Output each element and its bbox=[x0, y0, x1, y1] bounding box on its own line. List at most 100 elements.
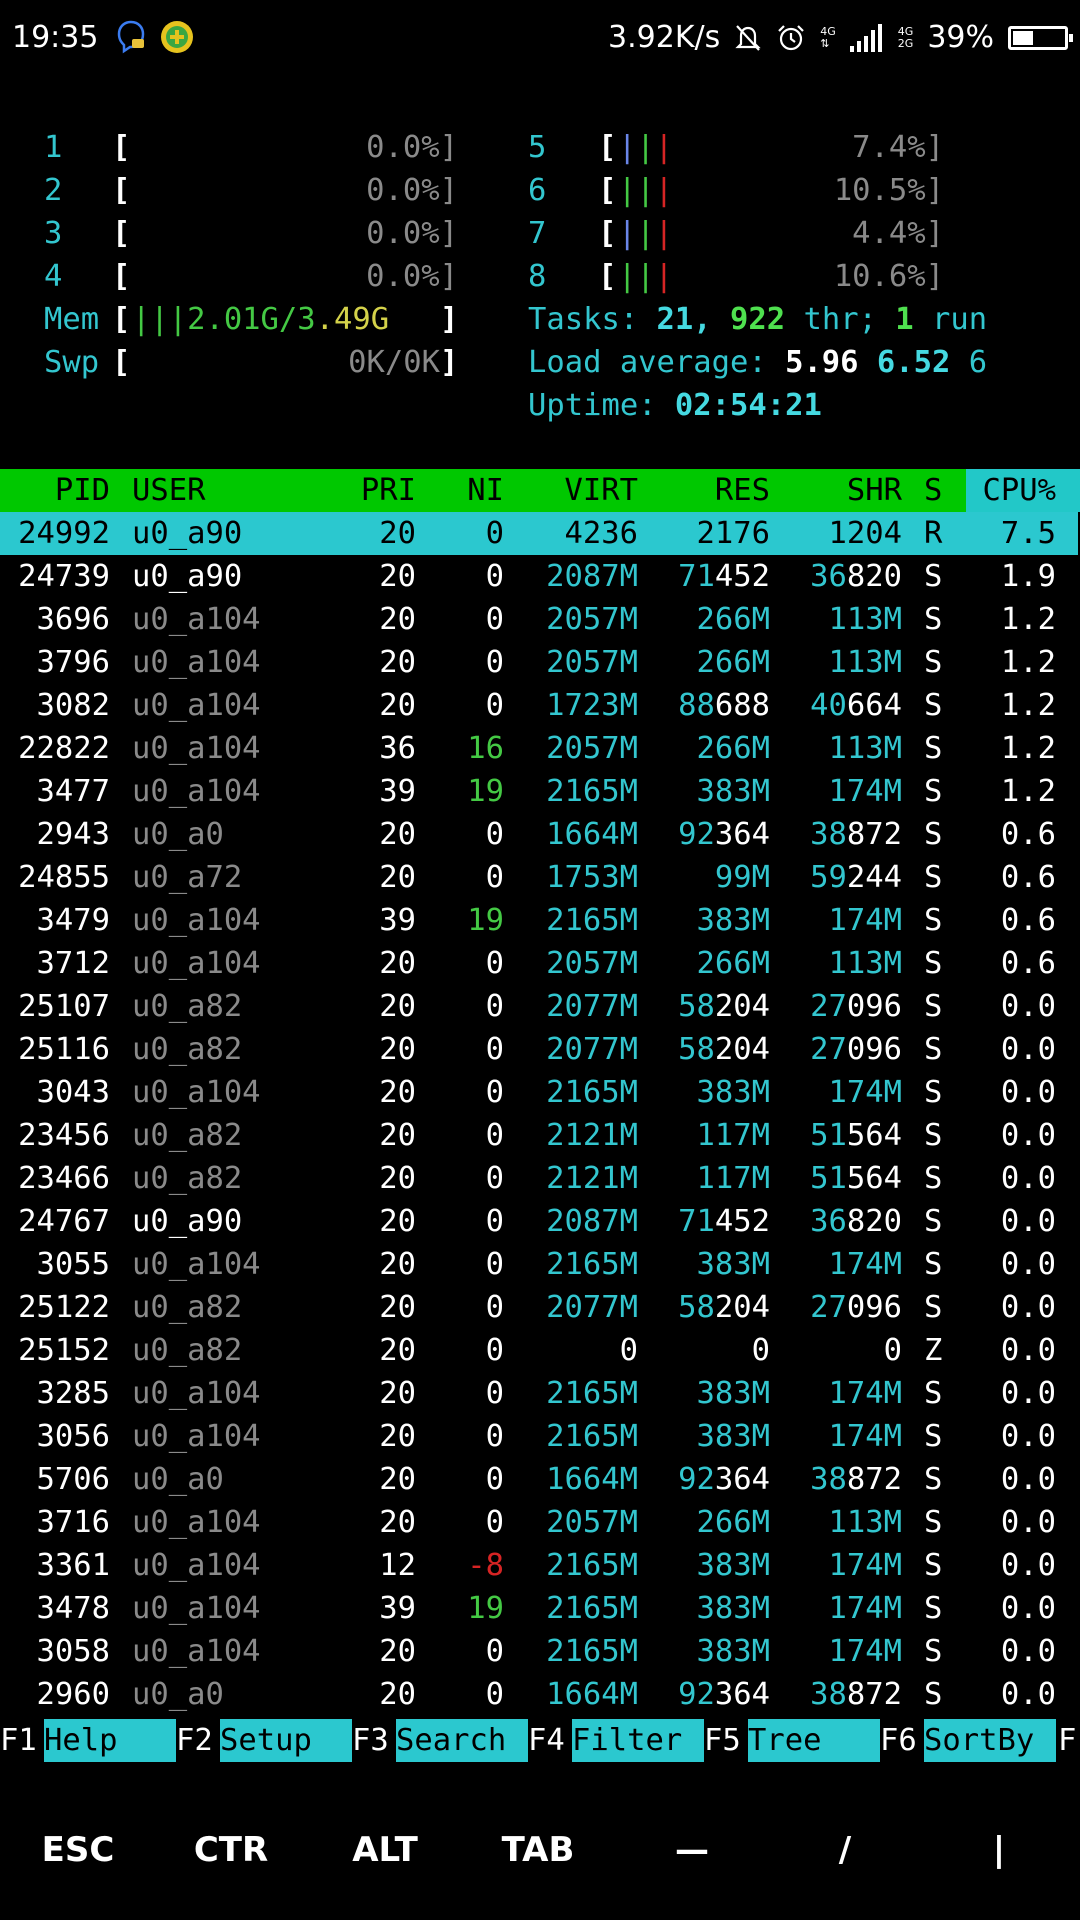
f4-filter-button[interactable]: Filter bbox=[572, 1719, 704, 1762]
cell-ni: 0 bbox=[485, 1505, 504, 1540]
f5-key[interactable]: F5 bbox=[704, 1719, 741, 1762]
f1-help-button[interactable]: Help bbox=[44, 1719, 176, 1762]
f6-sortby-button[interactable]: SortBy bbox=[924, 1719, 1056, 1762]
f3-key[interactable]: F3 bbox=[352, 1719, 389, 1762]
cell-pid: 3056 bbox=[36, 1419, 110, 1454]
cell-pri: 20 bbox=[379, 602, 416, 637]
cell-res: 383M bbox=[696, 1419, 770, 1454]
process-row[interactable]: 5706 u0_a0 20 0 1664M 92364 38872 S 0.0 bbox=[0, 1458, 1080, 1501]
process-row[interactable]: 3712 u0_a104 20 0 2057M 266M 113M S 0.6 bbox=[0, 942, 1080, 985]
process-row[interactable]: 24739 u0_a90 20 0 2087M 71452 36820 S 1.9 bbox=[0, 555, 1080, 598]
f2-setup-button[interactable]: Setup bbox=[220, 1719, 352, 1762]
process-row[interactable]: 3716 u0_a104 20 0 2057M 266M 113M S 0.0 bbox=[0, 1501, 1080, 1544]
cell-pid: 3712 bbox=[36, 946, 110, 981]
col-state[interactable]: S bbox=[924, 469, 942, 512]
cell-shr: 27096 bbox=[810, 989, 902, 1024]
cell-cpu: 0.0 bbox=[1000, 1247, 1056, 1282]
dash-key[interactable]: — bbox=[632, 1830, 752, 1870]
f2-key[interactable]: F2 bbox=[176, 1719, 213, 1762]
process-row[interactable]: 23466 u0_a82 20 0 2121M 117M 51564 S 0.0 bbox=[0, 1157, 1080, 1200]
f3-search-button[interactable]: Search bbox=[396, 1719, 528, 1762]
process-row[interactable]: 25152 u0_a82 20 0 0 0 0 Z 0.0 bbox=[0, 1329, 1080, 1372]
col-user[interactable]: USER bbox=[132, 469, 205, 512]
process-row[interactable]: 2960 u0_a0 20 0 1664M 92364 38872 S 0.0 bbox=[0, 1673, 1080, 1716]
cell-user: u0_a104 bbox=[132, 774, 261, 809]
process-row[interactable]: 25122 u0_a82 20 0 2077M 58204 27096 S 0.0 bbox=[0, 1286, 1080, 1329]
cell-shr: 38872 bbox=[810, 817, 902, 852]
process-row[interactable]: 3043 u0_a104 20 0 2165M 383M 174M S 0.0 bbox=[0, 1071, 1080, 1114]
process-row[interactable]: 22822 u0_a104 36 16 2057M 266M 113M S 1.2 bbox=[0, 727, 1080, 770]
cell-pri: 36 bbox=[379, 731, 416, 766]
tab-key[interactable]: TAB bbox=[478, 1830, 598, 1870]
cell-virt: 2165M bbox=[546, 1548, 638, 1583]
cell-pri: 20 bbox=[379, 1161, 416, 1196]
process-row[interactable]: 3361 u0_a104 12 -8 2165M 383M 174M S 0.0 bbox=[0, 1544, 1080, 1587]
terminal[interactable]: 1[0.0%] 2[0.0%] 3[0.0%] 4[0.0%] Mem[|||2… bbox=[0, 0, 1080, 1920]
col-cpu[interactable]: CPU% bbox=[960, 469, 1056, 512]
cell-pri: 20 bbox=[379, 1333, 416, 1368]
cell-virt: 2165M bbox=[546, 903, 638, 938]
col-pid[interactable]: PID bbox=[0, 469, 110, 512]
process-row[interactable]: 3696 u0_a104 20 0 2057M 266M 113M S 1.2 bbox=[0, 598, 1080, 641]
process-table-header: PID USER PRI NI VIRT RES SHR S CPU% bbox=[0, 469, 1080, 512]
cell-cpu: 1.2 bbox=[1000, 645, 1056, 680]
cell-virt: 2087M bbox=[546, 559, 638, 594]
f1-key[interactable]: F1 bbox=[0, 1719, 37, 1762]
process-row-selected[interactable]: 24992 u0_a90 20 0 4236 2176 1204 R 7.5 bbox=[0, 512, 1080, 555]
cell-pri: 20 bbox=[379, 1634, 416, 1669]
process-row[interactable]: 3055 u0_a104 20 0 2165M 383M 174M S 0.0 bbox=[0, 1243, 1080, 1286]
cell-res: 117M bbox=[696, 1161, 770, 1196]
col-res[interactable]: RES bbox=[640, 469, 770, 512]
cell-s: S bbox=[924, 946, 943, 981]
cell-pid: 23466 bbox=[18, 1161, 110, 1196]
cell-shr: 51564 bbox=[810, 1118, 902, 1153]
col-virt[interactable]: VIRT bbox=[520, 469, 638, 512]
process-row[interactable]: 3056 u0_a104 20 0 2165M 383M 174M S 0.0 bbox=[0, 1415, 1080, 1458]
cell-cpu: 0.0 bbox=[1000, 1075, 1056, 1110]
process-row[interactable]: 2943 u0_a0 20 0 1664M 92364 38872 S 0.6 bbox=[0, 813, 1080, 856]
cell-pri: 20 bbox=[379, 1204, 416, 1239]
cell-pid: 3479 bbox=[36, 903, 110, 938]
cell-pid: 3796 bbox=[36, 645, 110, 680]
cell-res: 383M bbox=[696, 1548, 770, 1583]
cell-virt: 2077M bbox=[546, 989, 638, 1024]
process-row[interactable]: 3479 u0_a104 39 19 2165M 383M 174M S 0.6 bbox=[0, 899, 1080, 942]
process-row[interactable]: 25107 u0_a82 20 0 2077M 58204 27096 S 0.0 bbox=[0, 985, 1080, 1028]
f4-key[interactable]: F4 bbox=[528, 1719, 565, 1762]
cell-virt: 4236 bbox=[564, 516, 638, 551]
process-row[interactable]: 25116 u0_a82 20 0 2077M 58204 27096 S 0.0 bbox=[0, 1028, 1080, 1071]
cell-ni: 19 bbox=[467, 774, 504, 809]
cell-shr: 36820 bbox=[810, 559, 902, 594]
alt-key[interactable]: ALT bbox=[325, 1830, 445, 1870]
process-row[interactable]: 24767 u0_a90 20 0 2087M 71452 36820 S 0.0 bbox=[0, 1200, 1080, 1243]
cell-res: 383M bbox=[696, 1634, 770, 1669]
cell-virt: 2165M bbox=[546, 774, 638, 809]
cell-cpu: 1.2 bbox=[1000, 774, 1056, 809]
cell-pid: 24739 bbox=[18, 559, 110, 594]
f7-key-partial[interactable]: F bbox=[1058, 1719, 1076, 1762]
col-ni[interactable]: NI bbox=[420, 469, 504, 512]
ctrl-key[interactable]: CTR bbox=[171, 1830, 291, 1870]
process-row[interactable]: 23456 u0_a82 20 0 2121M 117M 51564 S 0.0 bbox=[0, 1114, 1080, 1157]
process-row[interactable]: 3285 u0_a104 20 0 2165M 383M 174M S 0.0 bbox=[0, 1372, 1080, 1415]
process-row[interactable]: 3477 u0_a104 39 19 2165M 383M 174M S 1.2 bbox=[0, 770, 1080, 813]
cell-virt: 1664M bbox=[546, 1462, 638, 1497]
col-shr[interactable]: SHR bbox=[770, 469, 902, 512]
f6-key[interactable]: F6 bbox=[880, 1719, 917, 1762]
pipe-key[interactable]: | bbox=[939, 1830, 1059, 1870]
cell-ni: 0 bbox=[485, 645, 504, 680]
process-row[interactable]: 24855 u0_a72 20 0 1753M 99M 59244 S 0.6 bbox=[0, 856, 1080, 899]
process-row[interactable]: 3058 u0_a104 20 0 2165M 383M 174M S 0.0 bbox=[0, 1630, 1080, 1673]
cell-pid: 3285 bbox=[36, 1376, 110, 1411]
cell-pid: 3477 bbox=[36, 774, 110, 809]
cell-res: 383M bbox=[696, 1591, 770, 1626]
slash-key[interactable]: / bbox=[785, 1830, 905, 1870]
process-row[interactable]: 3478 u0_a104 39 19 2165M 383M 174M S 0.0 bbox=[0, 1587, 1080, 1630]
esc-key[interactable]: ESC bbox=[18, 1830, 138, 1870]
col-pri[interactable]: PRI bbox=[300, 469, 416, 512]
f5-tree-button[interactable]: Tree bbox=[748, 1719, 880, 1762]
process-row[interactable]: 3796 u0_a104 20 0 2057M 266M 113M S 1.2 bbox=[0, 641, 1080, 684]
cell-user: u0_a104 bbox=[132, 1247, 261, 1282]
process-row[interactable]: 3082 u0_a104 20 0 1723M 88688 40664 S 1.2 bbox=[0, 684, 1080, 727]
cell-pri: 20 bbox=[379, 516, 416, 551]
